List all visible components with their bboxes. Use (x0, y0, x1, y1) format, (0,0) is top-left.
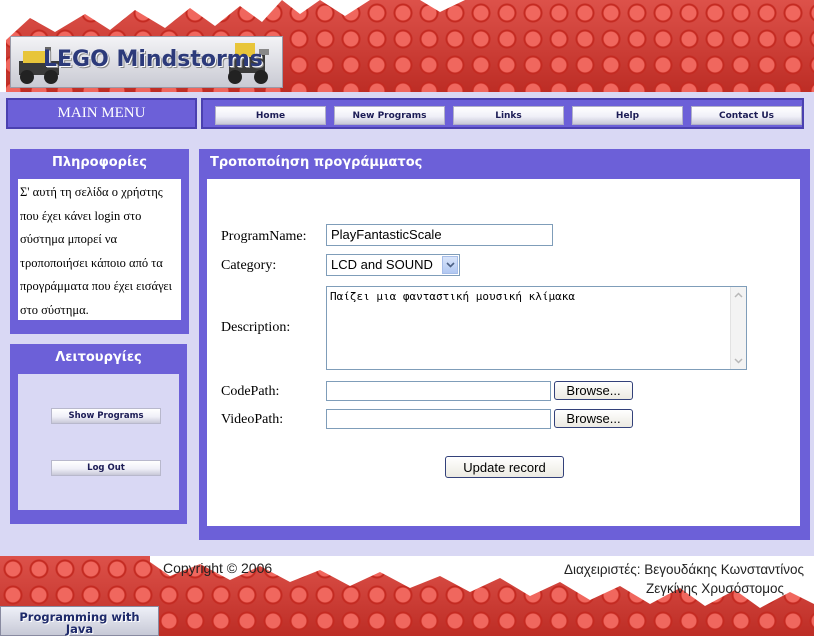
info-panel: Πληροφορίες Σ' αυτή τη σελίδα ο χρήστης … (10, 149, 189, 334)
codepath-input[interactable] (326, 381, 551, 401)
programming-with-java-badge: Programming with Java (0, 606, 159, 636)
edit-program-panel: Τροποποίηση προγράμματος ProgramName: Pl… (199, 149, 810, 540)
videopath-browse-button[interactable]: Browse... (554, 409, 633, 428)
nav-new-programs-button[interactable]: New Programs (334, 106, 445, 125)
nav-help-button[interactable]: Help (572, 106, 683, 125)
description-scrollbar[interactable] (730, 287, 746, 369)
menu-bar: MAIN MENU Home New Programs Links Help C… (0, 92, 814, 132)
scroll-down-icon[interactable] (732, 354, 745, 368)
description-text: Παίζει μια φανταστική μουσική κλίμακα (330, 290, 576, 303)
category-selected-value: LCD and SOUND (331, 257, 433, 272)
badge-line-2: Java (65, 622, 94, 636)
admins-line-2: Ζεγκίνης Χρυσόστομος (646, 581, 784, 596)
main-menu-title: MAIN MENU (6, 98, 197, 129)
category-select[interactable]: LCD and SOUND (326, 254, 460, 276)
admins-line-1: Διαχειριστές: Βεγουδάκης Κωνσταντίνος (563, 562, 804, 577)
logout-button[interactable]: Log Out (51, 460, 161, 476)
show-programs-button[interactable]: Show Programs (51, 408, 161, 424)
nav-home-button[interactable]: Home (215, 106, 326, 125)
videopath-input[interactable] (326, 409, 551, 429)
operations-panel: Λειτουργίες Show Programs Log Out (10, 344, 187, 524)
chevron-down-icon[interactable] (442, 256, 458, 274)
codepath-label: CodePath: (221, 384, 280, 399)
description-label: Description: (221, 320, 291, 335)
videopath-label: VideoPath: (221, 412, 284, 427)
administrators-text: Διαχειριστές: Βεγουδάκης Κωνσταντίνος Ζε… (564, 560, 804, 598)
logo-text: LEGO Mindstorms (43, 47, 263, 72)
nav-contact-us-button[interactable]: Contact Us (691, 106, 802, 125)
operations-panel-title: Λειτουργίες (55, 350, 142, 365)
category-label: Category: (221, 258, 277, 273)
codepath-browse-button[interactable]: Browse... (554, 381, 633, 400)
lego-mindstorms-logo: LEGO Mindstorms (10, 36, 283, 88)
scroll-up-icon[interactable] (732, 288, 745, 302)
copyright-text: Copyright © 2006 (163, 560, 273, 576)
program-name-label: ProgramName: (221, 229, 307, 244)
nav-links-button[interactable]: Links (453, 106, 564, 125)
info-panel-title: Πληροφορίες (51, 155, 147, 170)
info-text: Σ' αυτή τη σελίδα ο χρήστης που έχει κάν… (18, 179, 181, 320)
operations-body: Show Programs Log Out (18, 374, 179, 510)
program-name-input[interactable]: PlayFantasticScale (326, 224, 553, 246)
update-record-button[interactable]: Update record (445, 456, 564, 478)
description-textarea[interactable]: Παίζει μια φανταστική μουσική κλίμακα (326, 286, 747, 370)
nav-strip: Home New Programs Links Help Contact Us (201, 98, 804, 129)
edit-program-form: ProgramName: PlayFantasticScale Category… (207, 179, 800, 526)
header-banner: LEGO Mindstorms (0, 0, 814, 92)
edit-program-title: Τροποποίηση προγράμματος (210, 155, 423, 170)
